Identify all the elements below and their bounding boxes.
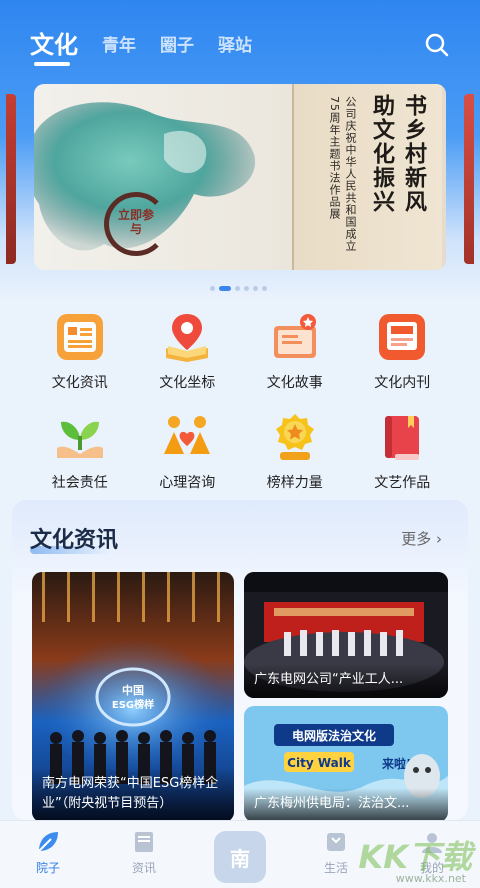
- nav-label: 资讯: [131, 861, 156, 875]
- grid-item-art-works[interactable]: 文艺作品: [349, 410, 457, 492]
- news-card-caption: 广东电网公司“产业工人...: [244, 664, 448, 698]
- carousel-dot[interactable]: [262, 286, 267, 291]
- grid-item-culture-magazine[interactable]: 文化内刊: [349, 310, 457, 392]
- search-icon[interactable]: [424, 32, 450, 58]
- news-section: 文化资讯 更多 › 中国 ESG榜样 南方电网荣获“中国ESG榜样企业”（附央视…: [12, 500, 468, 822]
- carousel-dot-active[interactable]: [219, 286, 231, 291]
- grid-label: 文化内刊: [374, 375, 431, 391]
- nav-label: 生活: [323, 861, 348, 875]
- svg-text:电网版法治文化: 电网版法治文化: [292, 728, 376, 743]
- banner-title-line-1: 书乡村新风: [401, 94, 427, 214]
- carousel-indicator: [210, 286, 267, 291]
- people-heart-icon: [160, 410, 214, 464]
- nav-item-home-center[interactable]: 南: [205, 829, 275, 883]
- magazine-icon: [375, 310, 429, 364]
- svg-text:ESG榜样: ESG榜样: [112, 698, 154, 711]
- more-link[interactable]: 更多 ›: [401, 528, 442, 549]
- grid-item-social-responsibility[interactable]: 社会责任: [26, 410, 134, 492]
- news-card-caption: 广东梅州供电局：法治文...: [244, 788, 448, 822]
- calligraphy-panel: 书乡村新风 助文化振兴 公司庆祝中华人民共和国成立 75周年主题书法作品展: [292, 84, 442, 270]
- banner-title-line-2: 助文化振兴: [369, 94, 395, 214]
- feature-grid: 文化资讯 文化坐标 文化故事 文化内刊 社会责任 心理咨询 榜样力量 文艺作品: [26, 310, 456, 492]
- leaf-icon: [38, 832, 58, 852]
- tab-youth[interactable]: 青年: [102, 31, 136, 66]
- cup-icon: [327, 833, 345, 851]
- grid-label: 榜样力量: [266, 475, 323, 491]
- banner-subtitle-line-2: 75周年主题书法作品展: [328, 96, 341, 220]
- section-title: 文化资讯: [30, 528, 119, 553]
- carousel-dot[interactable]: [210, 286, 215, 291]
- svg-text:中国: 中国: [122, 683, 144, 697]
- grid-item-role-models[interactable]: 榜样力量: [241, 410, 349, 492]
- banner-prev-slide-peek[interactable]: [6, 94, 16, 264]
- sprout-hands-icon: [53, 410, 107, 464]
- top-tab-bar: 文化 青年 圈子 驿站: [30, 20, 450, 66]
- banner-next-slide-peek[interactable]: [464, 94, 474, 264]
- carousel-dot[interactable]: [253, 286, 258, 291]
- join-now-label[interactable]: 立即参与: [116, 208, 156, 236]
- news-icon: [53, 310, 107, 364]
- nav-item-courtyard[interactable]: 院子: [13, 829, 83, 876]
- grid-label: 社会责任: [51, 475, 108, 491]
- news-card-caption: 南方电网荣获“中国ESG榜样企业”（附央视节目预告）: [32, 768, 234, 822]
- tab-station[interactable]: 驿站: [218, 31, 252, 66]
- nav-item-news[interactable]: 资讯: [109, 829, 179, 876]
- grid-item-culture-story[interactable]: 文化故事: [241, 310, 349, 392]
- grid-item-counseling[interactable]: 心理咨询: [134, 410, 242, 492]
- story-book-icon: [268, 310, 322, 364]
- banner-carousel[interactable]: 立即参与 书乡村新风 助文化振兴 公司庆祝中华人民共和国成立 75周年主题书法作…: [0, 84, 480, 274]
- news-card-workers[interactable]: 广东电网公司“产业工人...: [244, 572, 448, 698]
- nav-label: 院子: [35, 861, 60, 875]
- grid-item-culture-landmark[interactable]: 文化坐标: [134, 310, 242, 392]
- grid-label: 文化资讯: [51, 375, 108, 391]
- svg-text:City Walk: City Walk: [287, 756, 352, 770]
- star-medal-icon: [268, 410, 322, 464]
- tab-culture[interactable]: 文化: [30, 25, 78, 66]
- red-book-icon: [375, 410, 429, 464]
- tab-circle[interactable]: 圈子: [160, 31, 194, 66]
- carousel-dot[interactable]: [235, 286, 240, 291]
- watermark-url: www.kkx.net: [395, 872, 466, 885]
- grid-label: 文艺作品: [374, 475, 431, 491]
- grid-label: 文化坐标: [159, 375, 216, 391]
- news-card-esg[interactable]: 中国 ESG榜样 南方电网荣获“中国ESG榜样企业”（附央视节目预告）: [32, 572, 234, 822]
- banner-slide[interactable]: 立即参与 书乡村新风 助文化振兴 公司庆祝中华人民共和国成立 75周年主题书法作…: [34, 84, 446, 270]
- carousel-dot[interactable]: [244, 286, 249, 291]
- grid-label: 文化故事: [266, 375, 323, 391]
- grid-item-culture-news[interactable]: 文化资讯: [26, 310, 134, 392]
- map-pin-book-icon: [160, 310, 214, 364]
- grid-label: 心理咨询: [159, 475, 216, 491]
- center-logo: 南: [214, 831, 266, 883]
- book-icon: [135, 832, 153, 852]
- banner-subtitle-line-1: 公司庆祝中华人民共和国成立: [344, 96, 357, 252]
- news-card-law-culture[interactable]: 电网版法治文化 City Walk 来啦! 广东梅州供电局：法治文...: [244, 706, 448, 822]
